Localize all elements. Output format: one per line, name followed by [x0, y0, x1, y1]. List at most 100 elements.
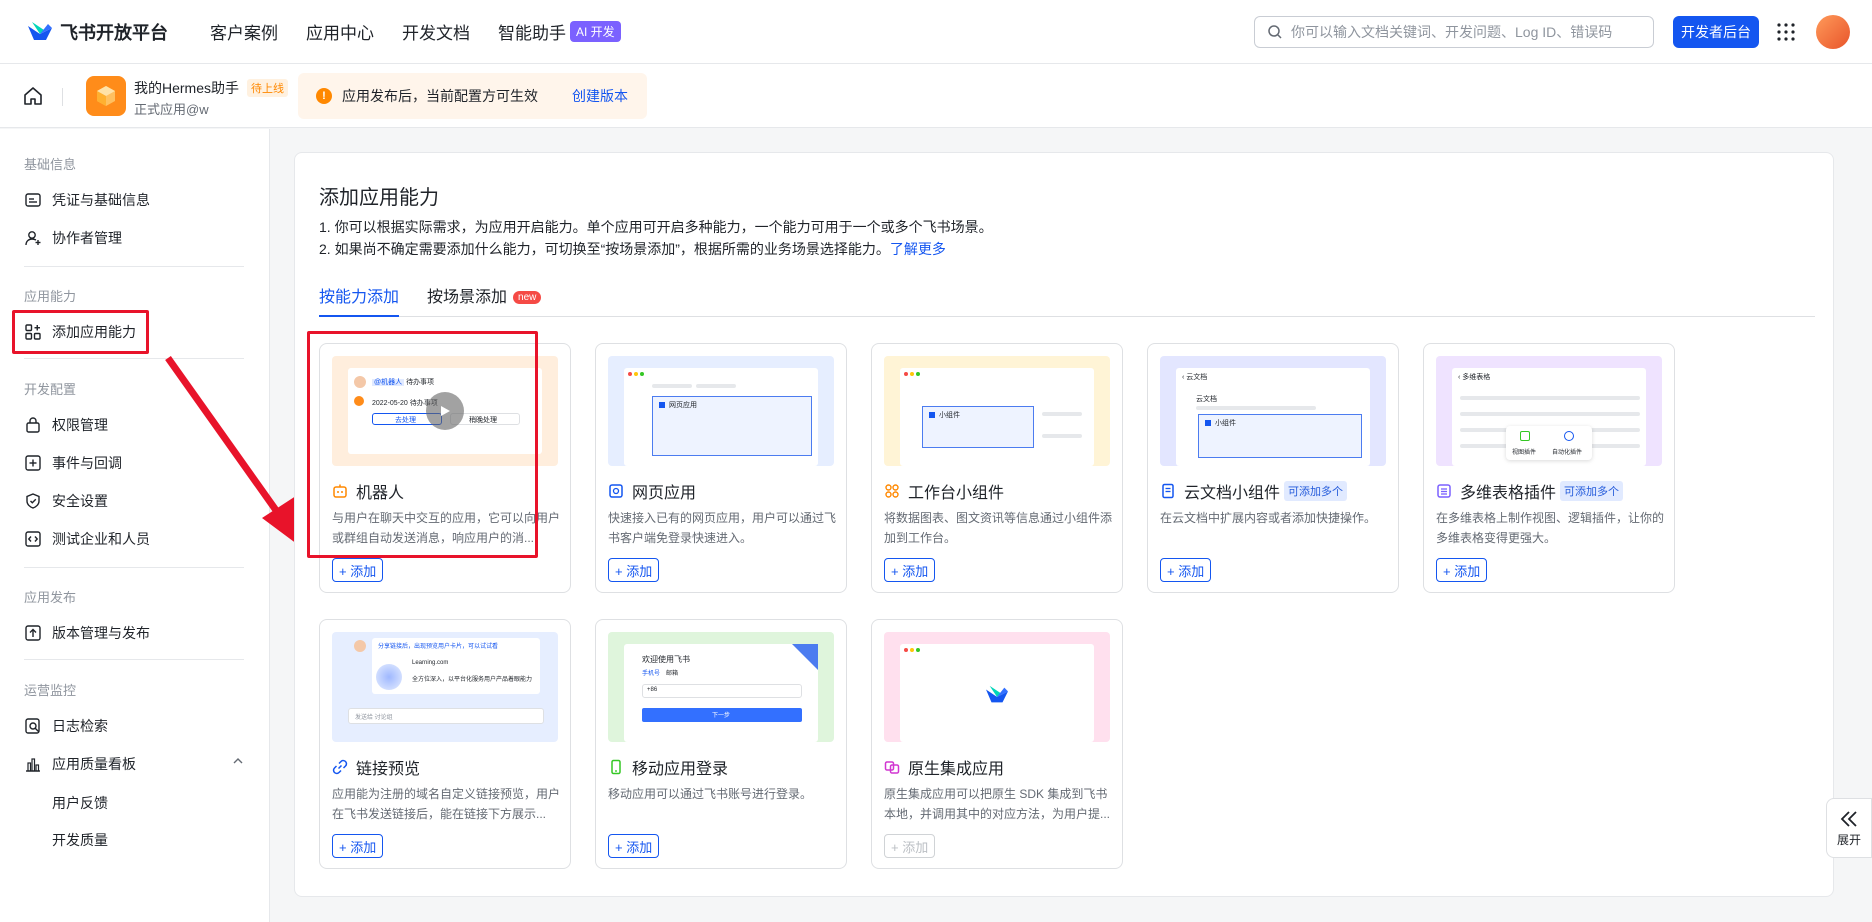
preview-dot [904, 372, 908, 376]
capability-card-base-plugin[interactable]: ‹ 多维表格 视图插件 自动化插件 多维表格插件 可添加多个 在多维表格上制作视… [1423, 343, 1675, 593]
create-version-link[interactable]: 创建版本 [572, 86, 628, 106]
preview-line [1042, 434, 1082, 438]
add-base-plugin-button[interactable]: + 添加 [1436, 558, 1488, 582]
add-web-app-button[interactable]: + 添加 [608, 558, 660, 582]
preview-link-input: 发送给 讨论组 [355, 715, 393, 721]
nav-dev-docs[interactable]: 开发文档 [402, 19, 470, 44]
capability-card-native-app[interactable]: 原生集成应用 原生集成应用可以把原生 SDK 集成到飞书本地，并调用其中的对应方… [871, 619, 1123, 869]
card-description: 在多维表格上制作视图、逻辑插件，让你的多维表格变得更强大。 [1436, 511, 1664, 545]
add-bot-button[interactable]: + 添加 [332, 558, 384, 582]
divider [24, 659, 244, 660]
preview-widget-area: 小组件 [922, 406, 1034, 448]
add-doc-widget-button[interactable]: + 添加 [1160, 558, 1212, 582]
preview-base-header-text: 多维表格 [1462, 374, 1491, 381]
sidebar-item-logs[interactable]: 日志检索 [24, 712, 108, 740]
card-description: 移动应用可以通过飞书账号进行登录。 [608, 787, 813, 801]
highlight-box-bot [307, 331, 538, 558]
card-title-text: 云文档小组件 [1184, 485, 1281, 502]
nav-customer-cases[interactable]: 客户案例 [210, 19, 278, 44]
bar-chart-icon [26, 758, 40, 772]
search-input[interactable] [1291, 24, 1631, 40]
chevron-up-icon[interactable] [232, 755, 244, 767]
add-workplace-widget-button[interactable]: + 添加 [884, 558, 936, 582]
capability-card-doc-widget[interactable]: ‹ 云文档 云文档 小组件 云文档小组件 可添加多个 在云文档中扩展内容或者添加… [1147, 343, 1399, 593]
sidebar-item-label: 日志检索 [52, 718, 108, 734]
automation-plugin-icon [1564, 431, 1574, 441]
add-link-preview-button[interactable]: + 添加 [332, 834, 384, 858]
preview-mobile-tab1: 手机号 [642, 671, 661, 677]
capability-card-workplace-widget[interactable]: 小组件 工作台小组件 将数据图表、图文资讯等信息通过小组件添加到工作台。 + 添… [871, 343, 1123, 593]
section-dev-config: 开发配置 [24, 382, 77, 397]
preview-line [1460, 412, 1640, 416]
home-icon[interactable] [22, 85, 44, 107]
divider [62, 88, 63, 106]
app-header: 我的Hermes助手 待上线 正式应用@w ! 应用发布后，当前配置方可生效 创… [0, 64, 1872, 128]
tab-by-capability[interactable]: 按能力添加 [319, 283, 400, 317]
double-chevron-left-icon [1840, 810, 1857, 827]
upload-icon [25, 625, 41, 641]
main-panel: 添加应用能力 1. 你可以根据实际需求，为应用开启能力。单个应用可开启多种能力，… [294, 152, 1834, 897]
card-title: 网页应用 [608, 479, 696, 503]
native-preview [884, 632, 1110, 742]
sidebar-item-permissions[interactable]: 权限管理 [24, 411, 108, 439]
divider [24, 266, 244, 267]
capability-card-web-app[interactable]: 网页应用 网页应用 快速接入已有的网页应用，用户可以通过飞书客户端免登录快速进入… [595, 343, 847, 593]
preview-doc-widget-area: 小组件 [1198, 414, 1362, 458]
nav-ai-assistant[interactable]: 智能助手 AI 开发 [498, 19, 621, 44]
capability-card-link-preview[interactable]: 分享链接后，出现预览用户卡片，可以试试看 Learning.com 全方位深入，… [319, 619, 571, 869]
publish-notice: ! 应用发布后，当前配置方可生效 创建版本 [298, 73, 647, 119]
card-description: 应用能为注册的域名自定义链接预览，用户在飞书发送链接后，能在链接下方展示... [332, 787, 560, 821]
card-title-text: 工作台小组件 [908, 485, 1005, 502]
preview-glow [376, 664, 402, 690]
developer-console-button[interactable]: 开发者后台 [1673, 16, 1759, 48]
capability-card-mobile-login[interactable]: 欢迎使用飞书 手机号 邮箱 +86 下一步 移动应用登录 移动应用可以通过飞书账… [595, 619, 847, 869]
sidebar-item-quality[interactable]: 应用质量看板 [24, 750, 136, 778]
credential-icon [25, 193, 41, 207]
app-name-text: 我的Hermes助手 [134, 80, 240, 96]
log-search-icon [25, 718, 40, 734]
sidebar-item-version[interactable]: 版本管理与发布 [24, 619, 150, 647]
nav-app-center[interactable]: 应用中心 [306, 19, 374, 44]
page-title: 添加应用能力 [319, 187, 439, 209]
sidebar-item-label: 事件与回调 [52, 455, 122, 471]
base-table-icon [1437, 484, 1451, 498]
add-mobile-login-button[interactable]: + 添加 [608, 834, 660, 858]
learn-more-link[interactable]: 了解更多 [890, 241, 946, 257]
sidebar-item-events[interactable]: 事件与回调 [24, 449, 122, 477]
card-title: 链接预览 [332, 755, 420, 779]
app-subtitle: 正式应用@w [134, 102, 209, 117]
preview-line [1042, 412, 1082, 416]
view-plugin-icon [1520, 431, 1530, 441]
sidebar-item-label: 权限管理 [52, 417, 108, 433]
search-box[interactable] [1254, 16, 1654, 48]
card-title: 工作台小组件 [884, 479, 1004, 503]
sidebar-item-label: 凭证与基础信息 [52, 192, 150, 208]
sidebar-item-label: 安全设置 [52, 493, 108, 509]
card-title-text: 链接预览 [356, 761, 421, 778]
section-basic-info: 基础信息 [24, 157, 77, 172]
sidebar-item-credentials[interactable]: 凭证与基础信息 [24, 186, 150, 214]
user-avatar[interactable] [1816, 15, 1850, 49]
sidebar-item-dev-quality[interactable]: 开发质量 [52, 830, 108, 850]
card-description: 快速接入已有的网页应用，用户可以通过飞书客户端免登录快速进入。 [608, 511, 836, 545]
logo[interactable]: 飞书开放平台 [26, 19, 168, 45]
expand-button[interactable]: 展开 [1826, 798, 1872, 858]
sidebar-item-feedback[interactable]: 用户反馈 [52, 793, 108, 813]
preview-doc-widget-label: 小组件 [1215, 420, 1236, 427]
card-description: 原生集成应用可以把原生 SDK 集成到飞书本地，并调用其中的对应方法，为用户提.… [884, 787, 1111, 821]
warning-icon: ! [316, 88, 332, 104]
preview-mobile-welcome: 欢迎使用飞书 [642, 655, 690, 664]
sidebar-item-security[interactable]: 安全设置 [24, 487, 108, 515]
card-title-text: 网页应用 [632, 485, 697, 502]
search-icon [1268, 25, 1282, 39]
sidebar-item-collaborators[interactable]: 协作者管理 [24, 224, 122, 252]
app-grid-icon[interactable] [1776, 22, 1796, 42]
tab-by-scene[interactable]: 按场景添加 new [427, 283, 542, 317]
tab-label: 按场景添加 [427, 289, 508, 306]
add-native-app-button[interactable]: + 添加 [884, 834, 936, 858]
sidebar-item-label: 协作者管理 [52, 230, 122, 246]
preview-phone-input: +86 [642, 684, 802, 698]
card-description: 将数据图表、图文资讯等信息通过小组件添加到工作台。 [884, 511, 1112, 545]
preview-line [1460, 396, 1640, 400]
sidebar-item-test-tenant[interactable]: 测试企业和人员 [24, 525, 150, 553]
